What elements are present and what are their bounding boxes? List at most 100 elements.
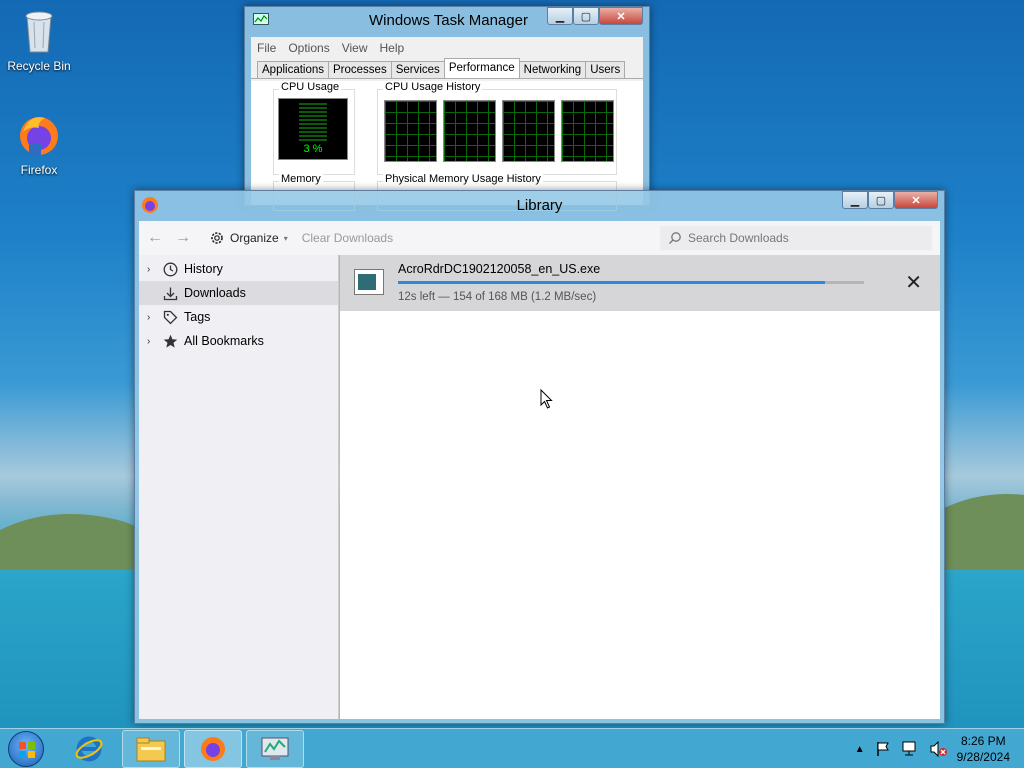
clock-date: 9/28/2024 [956,750,1010,764]
download-filename: AcroRdrDC1902120058_en_US.exe [398,262,601,276]
close-button[interactable]: ✕ [894,191,938,209]
task-manager-titlebar[interactable]: Windows Task Manager ▁ ▢ ✕ [245,7,649,35]
maximize-icon: ▢ [580,10,592,23]
tab-applications[interactable]: Applications [257,61,330,78]
task-manager-menubar: File Options View Help [251,37,643,59]
tab-networking[interactable]: Networking [518,61,587,78]
task-manager-icon [253,13,269,25]
chevron-down-icon: ▾ [283,233,288,243]
clock-time: 8:26 PM [960,734,1006,748]
close-icon: ✕ [905,272,922,294]
gear-icon [211,232,223,244]
maximize-button[interactable]: ▢ [573,7,599,25]
system-tray: ▲ 8:26 PM 9/28/2024 [855,729,1024,768]
task-manager-window: Windows Task Manager ▁ ▢ ✕ File Options … [244,6,650,211]
menu-file[interactable]: File [257,41,276,55]
tab-services[interactable]: Services [390,61,445,78]
menu-help[interactable]: Help [380,41,405,55]
tag-icon [163,310,178,324]
cpu-usage-group: CPU Usage 3 % [273,81,355,175]
firefox-label: Firefox [20,163,58,177]
trash-icon [25,11,53,53]
clock-icon [163,262,178,276]
action-center-flag-icon[interactable] [875,741,891,757]
minimize-button[interactable]: ▁ [842,191,868,209]
firefox-icon [201,737,225,761]
library-sidebar: › History Downloads › Tags › All Bookmar… [139,255,339,719]
recycle-bin-icon[interactable]: Recycle Bin [1,6,77,73]
cpu-history-graph-4 [561,100,614,162]
download-progress-bar [398,281,864,284]
expand-icon[interactable]: › [147,264,157,275]
memory-label: Memory [279,173,323,185]
tab-users[interactable]: Users [585,61,626,78]
clear-downloads-button[interactable]: Clear Downloads [302,231,393,245]
sidebar-item-label: History [184,262,223,276]
expand-icon[interactable]: › [147,312,157,323]
close-button[interactable]: ✕ [599,7,643,25]
download-item[interactable]: AcroRdrDC1902120058_en_US.exe 12s left —… [340,255,940,311]
cpu-usage-value: 3 % [303,143,323,155]
windows-logo-icon [19,742,35,758]
cpu-meter-bars [299,103,327,143]
sidebar-item-label: Downloads [184,286,246,300]
library-title: Library [516,197,563,214]
menu-options[interactable]: Options [288,41,329,55]
show-hidden-icons-icon[interactable]: ▲ [855,744,865,755]
task-manager-body: File Options View Help Applications Proc… [251,37,643,211]
cpu-history-label: CPU Usage History [383,81,483,93]
download-progress-fill [398,281,826,284]
organize-label: Organize [230,231,279,245]
physical-memory-label: Physical Memory Usage History [383,173,543,185]
minimize-button[interactable]: ▁ [547,7,573,25]
sidebar-item-downloads[interactable]: Downloads [139,281,338,305]
task-manager-icon [261,737,289,760]
tab-performance[interactable]: Performance [443,58,520,78]
search-downloads-input[interactable]: Search Downloads [660,226,932,250]
expand-icon[interactable]: › [147,336,157,347]
network-icon[interactable] [901,741,919,757]
volume-muted-icon[interactable] [929,741,947,757]
library-titlebar[interactable]: Library ▁ ▢ ✕ [135,191,944,219]
sidebar-item-all-bookmarks[interactable]: › All Bookmarks [139,329,338,353]
close-icon: ✕ [911,194,921,207]
cancel-download-button[interactable]: ✕ [905,270,922,295]
folder-icon [136,737,166,762]
maximize-icon: ▢ [875,194,887,207]
close-icon: ✕ [616,10,626,23]
task-manager-tabs: Applications Processes Services Performa… [251,58,643,79]
download-icon [163,287,178,300]
cpu-usage-meter: 3 % [278,98,348,160]
taskbar-internet-explorer[interactable] [60,730,118,768]
menu-view[interactable]: View [342,41,368,55]
performance-panel: CPU Usage 3 % CPU Usage History Memory P… [251,81,643,211]
tab-processes[interactable]: Processes [328,61,392,78]
back-arrow-icon[interactable]: ← [147,229,163,247]
mouse-cursor-icon [540,389,553,409]
task-manager-title: Windows Task Manager [369,12,528,29]
star-icon [163,334,178,348]
library-window: Library ▁ ▢ ✕ ← → Organize ▾ Clear Downl… [134,190,945,724]
recycle-bin-label: Recycle Bin [7,59,71,73]
sidebar-item-tags[interactable]: › Tags [139,305,338,329]
internet-explorer-icon [75,736,103,762]
search-placeholder: Search Downloads [688,231,789,245]
taskbar: ▲ 8:26 PM 9/28/2024 [0,728,1024,768]
taskbar-firefox[interactable] [184,730,242,768]
maximize-button[interactable]: ▢ [868,191,894,209]
organize-button[interactable]: Organize ▾ [209,230,288,246]
cpu-history-group: CPU Usage History [377,81,617,175]
minimize-icon: ▁ [555,10,565,23]
firefox-icon [20,117,58,156]
download-status: 12s left — 154 of 168 MB (1.2 MB/sec) [398,291,597,303]
sidebar-item-history[interactable]: › History [139,257,338,281]
forward-arrow-icon[interactable]: → [175,229,191,247]
taskbar-file-explorer[interactable] [122,730,180,768]
cpu-history-graph-1 [384,100,437,162]
clock[interactable]: 8:26 PM 9/28/2024 [957,733,1010,765]
firefox-desktop-icon[interactable]: Firefox [1,112,77,177]
downloads-list: AcroRdrDC1902120058_en_US.exe 12s left —… [340,255,940,719]
start-button[interactable] [8,731,44,767]
taskbar-task-manager[interactable] [246,730,304,768]
executable-file-icon [354,269,384,295]
